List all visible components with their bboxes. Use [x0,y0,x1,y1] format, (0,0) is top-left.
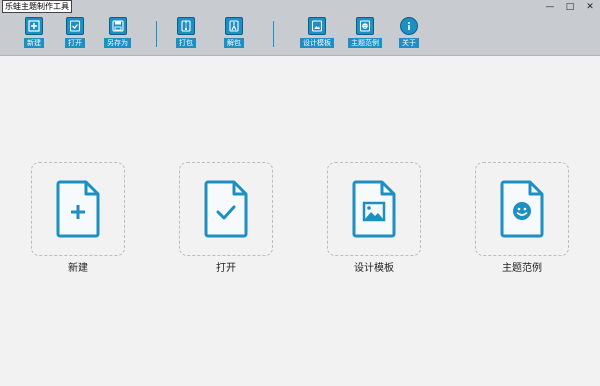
window-controls: — □ ✕ [540,0,600,14]
toolbar-pack-label: 打包 [176,38,196,48]
zip-file-icon [177,17,195,35]
image-template-icon [308,17,326,35]
toolbar-separator [273,21,274,47]
toolbar-separator [156,21,157,47]
new-card-label: 新建 [68,263,88,274]
toolbar-theme-example-label: 主题范例 [348,38,382,48]
check-file-icon [204,180,248,238]
title-bar: 乐蛙主题制作工具 — □ ✕ [0,0,600,14]
smiley-icon [356,17,374,35]
open-card-label: 打开 [216,263,236,274]
image-file-icon [352,180,396,238]
window-title: 乐蛙主题制作工具 [2,0,72,13]
design-template-card-label: 设计模板 [354,263,394,274]
toolbar-about-button[interactable]: 关于 [399,17,419,53]
toolbar-open-button[interactable]: 打开 [65,17,85,53]
theme-example-card-label: 主题范例 [502,263,542,274]
open-file-icon [66,17,84,35]
unzip-file-icon [225,17,243,35]
theme-example-card[interactable] [475,162,569,256]
toolbar-new-label: 新建 [24,38,44,48]
toolbar-about-label: 关于 [399,38,419,48]
toolbar-open-label: 打开 [65,38,85,48]
toolbar-design-template-label: 设计模板 [300,38,334,48]
close-button[interactable]: ✕ [580,0,600,14]
toolbar-theme-example-button[interactable]: 主题范例 [348,17,382,53]
toolbar-design-template-button[interactable]: 设计模板 [300,17,334,53]
design-template-card[interactable] [327,162,421,256]
save-icon [108,17,127,35]
new-card[interactable] [31,162,125,256]
minimize-button[interactable]: — [540,0,560,14]
toolbar: 新建 打开 另存为 打包 解包 设计模板 主题范例 关于 [0,14,600,56]
toolbar-unpack-button[interactable]: 解包 [224,17,244,53]
toolbar-new-button[interactable]: 新建 [24,17,44,53]
toolbar-pack-button[interactable]: 打包 [176,17,196,53]
plus-icon [25,17,43,35]
maximize-button[interactable]: □ [560,0,580,14]
info-icon [400,17,418,35]
toolbar-save-as-button[interactable]: 另存为 [104,17,131,53]
new-file-icon [56,180,100,238]
smiley-file-icon [500,180,544,238]
toolbar-save-as-label: 另存为 [104,38,131,48]
toolbar-unpack-label: 解包 [224,38,244,48]
open-card[interactable] [179,162,273,256]
